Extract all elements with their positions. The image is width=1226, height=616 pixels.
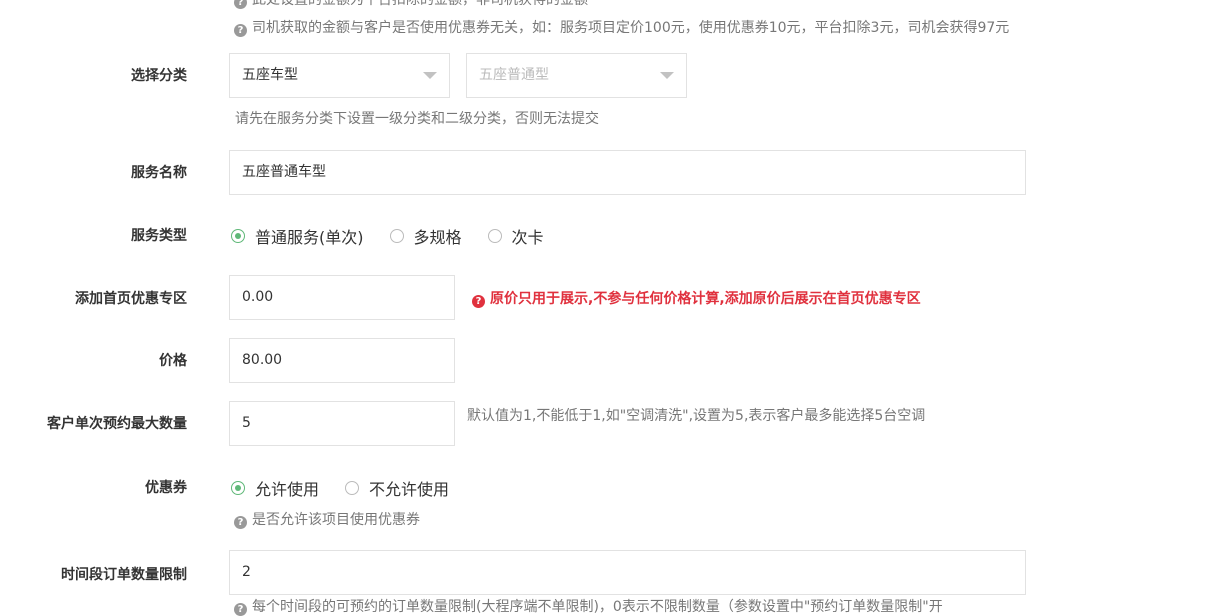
time-slot-limit-help: ? 每个时间段的可预约的订单数量限制(大程序端不单限制)，0表示不限制数量（参数设… bbox=[234, 596, 943, 616]
primary-category-select[interactable]: 五座车型 bbox=[229, 53, 450, 98]
chevron-down-icon bbox=[423, 72, 437, 79]
price-label: 价格 bbox=[159, 353, 187, 369]
radio-unchecked-icon bbox=[389, 229, 404, 243]
question-icon: ? bbox=[234, 24, 247, 37]
coupon-option-disallow[interactable]: 不允许使用 bbox=[345, 476, 449, 500]
coupon-option-allow[interactable]: 允许使用 bbox=[231, 476, 319, 500]
coupon-label: 优惠券 bbox=[145, 480, 187, 496]
original-price-warning: ? 原价只用于展示,不参与任何价格计算,添加原价后展示在首页优惠专区 bbox=[472, 288, 921, 308]
time-slot-limit-input[interactable]: 2 bbox=[229, 550, 1026, 595]
service-type-option-multi-spec[interactable]: 多规格 bbox=[389, 224, 462, 248]
service-type-option-label: 多规格 bbox=[413, 228, 462, 247]
radio-checked-icon bbox=[231, 229, 245, 243]
radio-checked-icon bbox=[231, 481, 245, 495]
time-slot-limit-label: 时间段订单数量限制 bbox=[61, 567, 187, 583]
service-type-label: 服务类型 bbox=[131, 228, 187, 244]
max-quantity-input[interactable]: 5 bbox=[229, 401, 455, 446]
radio-unchecked-icon bbox=[345, 481, 360, 495]
original-price-label: 添加首页优惠专区 bbox=[75, 291, 187, 307]
category-help: 请先在服务分类下设置一级分类和二级分类，否则无法提交 bbox=[235, 111, 599, 127]
service-name-label: 服务名称 bbox=[131, 165, 187, 181]
primary-category-value: 五座车型 bbox=[242, 67, 298, 83]
secondary-category-select[interactable]: 五座普通型 bbox=[466, 53, 687, 98]
price-input[interactable]: 80.00 bbox=[229, 338, 455, 383]
service-type-radio-group: 普通服务(单次) 多规格 次卡 bbox=[231, 225, 570, 247]
coupon-option-label: 允许使用 bbox=[255, 480, 320, 499]
service-type-option-label: 普通服务(单次) bbox=[255, 228, 364, 247]
service-type-option-single[interactable]: 普通服务(单次) bbox=[231, 224, 364, 248]
question-icon: ? bbox=[234, 0, 247, 9]
question-icon: ? bbox=[234, 516, 247, 529]
radio-unchecked-icon bbox=[487, 229, 502, 243]
chevron-down-icon bbox=[660, 72, 674, 79]
note-driver-earnings: ? 司机获取的金额与客户是否使用优惠券无关，如：服务项目定价100元，使用优惠券1… bbox=[234, 17, 1009, 37]
service-name-input[interactable]: 五座普通车型 bbox=[229, 150, 1026, 195]
question-icon: ? bbox=[472, 295, 485, 308]
coupon-help: ? 是否允许该项目使用优惠券 bbox=[234, 509, 420, 529]
coupon-option-label: 不允许使用 bbox=[369, 480, 450, 499]
category-label: 选择分类 bbox=[131, 68, 187, 84]
service-type-option-label: 次卡 bbox=[511, 228, 544, 247]
coupon-radio-group: 允许使用 不允许使用 bbox=[231, 477, 475, 499]
note-platform-deduction: ? 此处设置的金额为平台扣除的金额，非司机获得的金额 bbox=[234, 0, 588, 9]
max-quantity-help: 默认值为1,不能低于1,如"空调清洗",设置为5,表示客户最多能选择5台空调 bbox=[467, 408, 926, 424]
max-quantity-label: 客户单次预约最大数量 bbox=[47, 416, 187, 432]
original-price-input[interactable]: 0.00 bbox=[229, 275, 455, 320]
secondary-category-value: 五座普通型 bbox=[479, 67, 549, 83]
service-type-option-card[interactable]: 次卡 bbox=[487, 224, 544, 248]
